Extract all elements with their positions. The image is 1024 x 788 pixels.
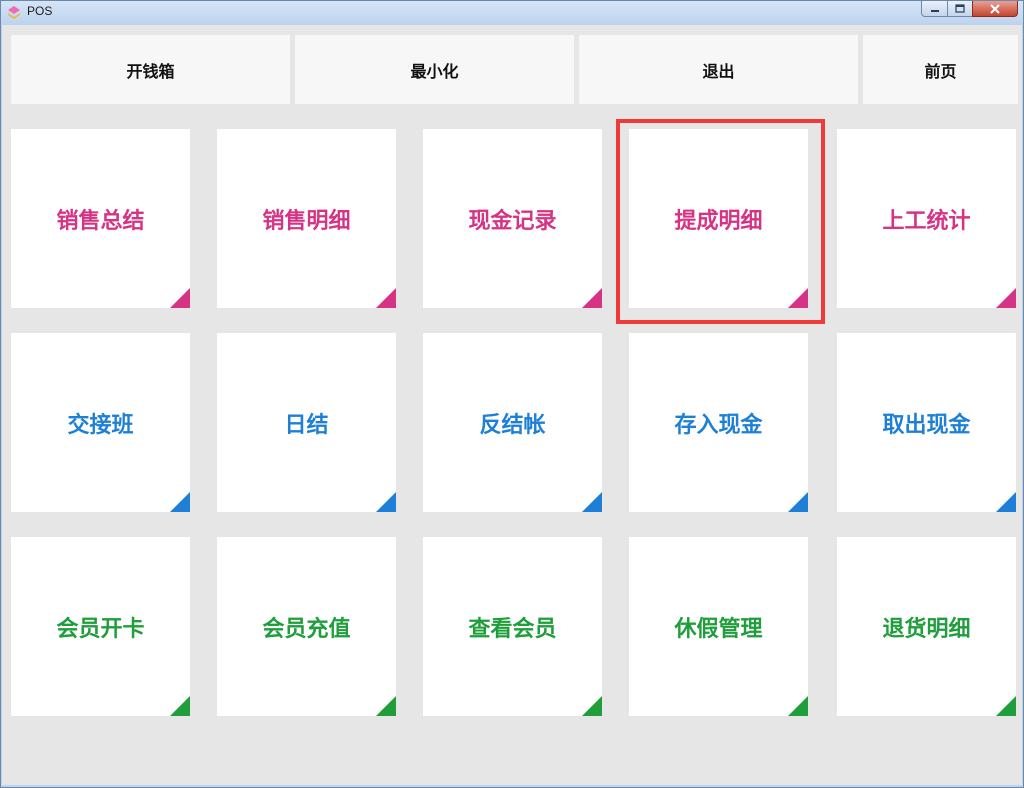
corner-triangle-icon	[170, 696, 190, 716]
corner-triangle-icon	[788, 696, 808, 716]
tile-label: 日结	[284, 412, 329, 438]
tile-leave-management[interactable]: 休假管理	[629, 537, 808, 716]
maximize-button[interactable]	[947, 1, 973, 17]
maximize-icon	[955, 0, 965, 18]
tile-label: 会员开卡	[56, 616, 145, 642]
tile-return-detail[interactable]: 退货明细	[837, 537, 1016, 716]
tile-shift-handover[interactable]: 交接班	[11, 333, 190, 512]
tile-work-statistics[interactable]: 上工统计	[837, 129, 1016, 308]
minimize-app-button[interactable]: 最小化	[295, 35, 574, 104]
tile-label: 反结帐	[479, 412, 546, 438]
tile-view-members[interactable]: 查看会员	[423, 537, 602, 716]
exit-label: 退出	[702, 61, 735, 81]
tile-cash-record[interactable]: 现金记录	[423, 129, 602, 308]
minimize-button[interactable]	[921, 1, 948, 17]
home-page-button[interactable]: 前页	[863, 35, 1018, 104]
selection-highlight	[616, 119, 825, 324]
tile-daily-close[interactable]: 日结	[217, 333, 396, 512]
corner-triangle-icon	[996, 492, 1016, 512]
tile-label: 销售总结	[56, 208, 145, 234]
minimize-icon	[930, 0, 940, 18]
title-bar: POS	[1, 1, 1023, 25]
app-logo-icon	[6, 5, 22, 21]
tile-label: 上工统计	[882, 208, 971, 234]
tile-label: 取出现金	[882, 412, 971, 438]
open-cash-drawer-button[interactable]: 开钱箱	[11, 35, 290, 104]
tile-deposit-cash[interactable]: 存入现金	[629, 333, 808, 512]
main-panel: 开钱箱 最小化 退出 前页 销售总结 销售明细 现金记录 提成明细 上工统计 交…	[2, 25, 1022, 785]
tile-label: 休假管理	[674, 616, 763, 642]
corner-triangle-icon	[582, 696, 602, 716]
tile-label: 交接班	[67, 412, 134, 438]
tile-reverse-checkout[interactable]: 反结帐	[423, 333, 602, 512]
tile-member-recharge[interactable]: 会员充值	[217, 537, 396, 716]
tile-sales-detail[interactable]: 销售明细	[217, 129, 396, 308]
corner-triangle-icon	[376, 288, 396, 308]
corner-triangle-icon	[170, 288, 190, 308]
tile-label: 退货明细	[882, 616, 971, 642]
close-button[interactable]	[972, 1, 1018, 17]
corner-triangle-icon	[376, 492, 396, 512]
corner-triangle-icon	[996, 288, 1016, 308]
tile-label: 销售明细	[262, 208, 351, 234]
corner-triangle-icon	[582, 492, 602, 512]
corner-triangle-icon	[376, 696, 396, 716]
tile-sales-summary[interactable]: 销售总结	[11, 129, 190, 308]
tile-label: 会员充值	[262, 616, 351, 642]
home-page-label: 前页	[924, 61, 957, 81]
open-cash-drawer-label: 开钱箱	[126, 61, 175, 81]
pos-window: POS 开钱箱 最小化 退出 前页 销售总结 销售明细 现金记录 提成明细 上工…	[0, 0, 1024, 788]
tile-label: 查看会员	[468, 616, 557, 642]
close-icon	[989, 0, 1001, 18]
minimize-app-label: 最小化	[410, 61, 459, 81]
corner-triangle-icon	[996, 696, 1016, 716]
corner-triangle-icon	[170, 492, 190, 512]
tile-withdraw-cash[interactable]: 取出现金	[837, 333, 1016, 512]
corner-triangle-icon	[788, 492, 808, 512]
exit-button[interactable]: 退出	[579, 35, 858, 104]
tile-member-card-open[interactable]: 会员开卡	[11, 537, 190, 716]
tile-label: 现金记录	[468, 208, 557, 234]
window-title: POS	[27, 4, 53, 18]
tile-label: 存入现金	[674, 412, 763, 438]
corner-triangle-icon	[582, 288, 602, 308]
